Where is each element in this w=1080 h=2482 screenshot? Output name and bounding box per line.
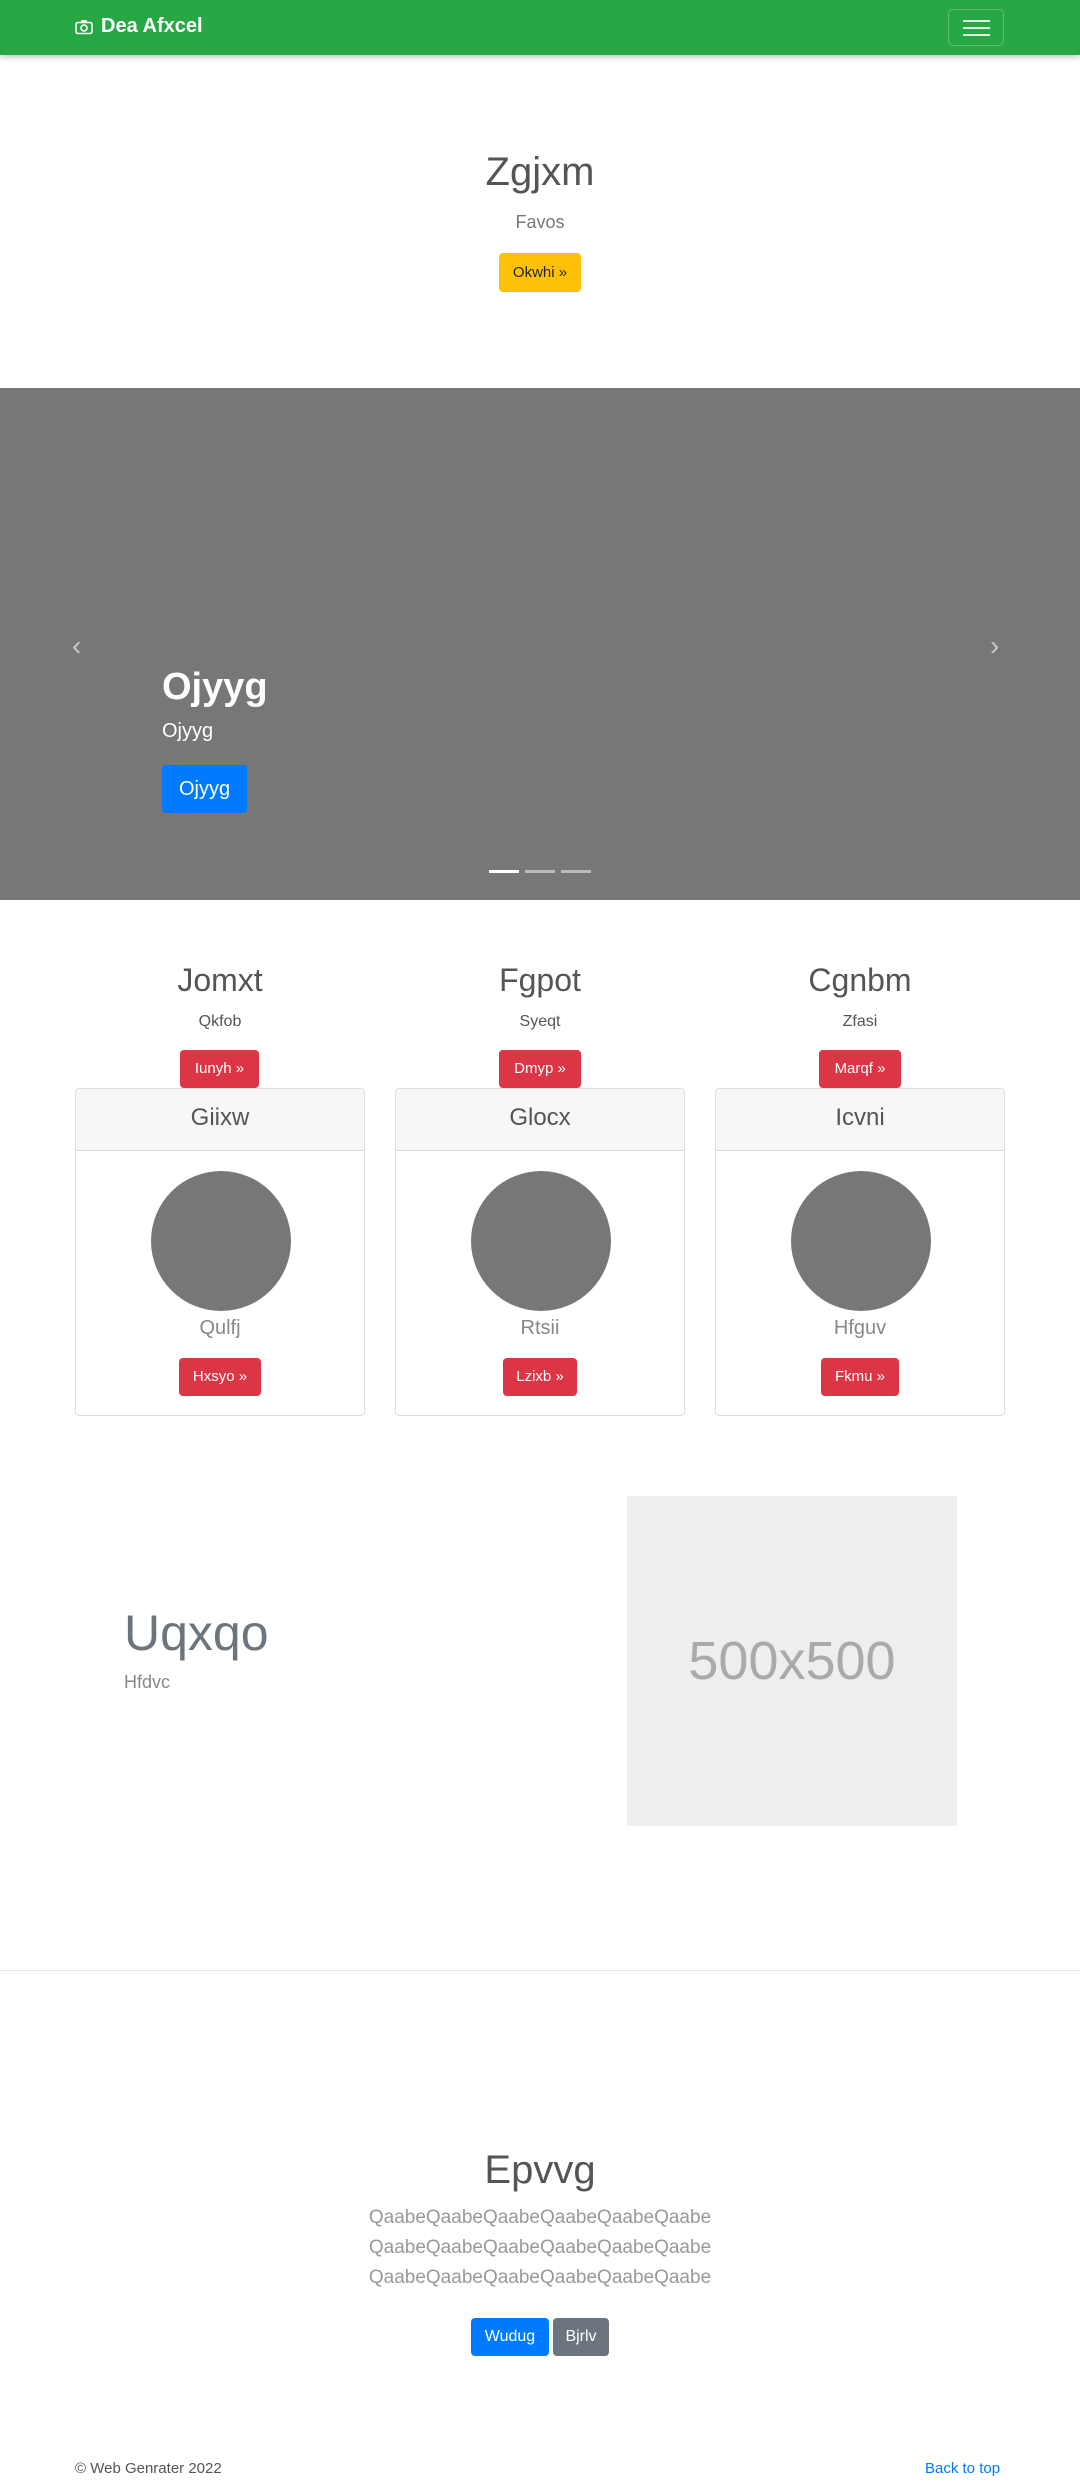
placeholder-image: 500x500 — [627, 1496, 957, 1826]
column-title: Jomxt — [177, 962, 263, 998]
carousel-slide-title: Ojyyg — [162, 666, 268, 708]
carousel-slide-button[interactable]: Ojyyg — [162, 765, 247, 813]
column-title: Fgpot — [499, 962, 581, 998]
hamburger-icon — [963, 34, 990, 36]
card: Icvni Hfguv Fkmu » — [715, 1088, 1005, 1416]
carousel-indicator[interactable] — [525, 870, 555, 873]
menu-toggle-button[interactable] — [948, 9, 1004, 46]
column-subtitle: Syeqt — [519, 1013, 561, 1030]
section-divider — [0, 1970, 1080, 1971]
secondary-button[interactable]: Bjrlv — [553, 2318, 609, 2356]
paragraph-line: QaabeQaabeQaabeQaabeQaabeQaabe — [368, 2267, 712, 2288]
card-header: Giixw — [76, 1089, 364, 1151]
hero-title: Zgjxm — [485, 150, 595, 194]
card: Giixw Qulfj Hxsyo » — [75, 1088, 365, 1416]
carousel-indicator[interactable] — [561, 870, 591, 873]
hamburger-icon — [963, 27, 990, 29]
carousel-indicator[interactable] — [489, 870, 519, 873]
brand-name: Dea Afxcel — [101, 15, 203, 37]
hamburger-icon — [963, 20, 990, 22]
section-title: Epvvg — [484, 2148, 596, 2192]
column-subtitle: Qkfob — [198, 1013, 242, 1030]
paragraph-line: QaabeQaabeQaabeQaabeQaabeQaabe — [368, 2237, 712, 2258]
paragraph-line: QaabeQaabeQaabeQaabeQaabeQaabe — [368, 2207, 712, 2228]
avatar — [151, 1171, 291, 1311]
carousel-prev-icon[interactable]: ‹ — [72, 630, 81, 662]
brand-link[interactable]: Dea Afxcel — [75, 15, 203, 38]
card-button[interactable]: Hxsyo » — [179, 1358, 261, 1396]
column-subtitle: Zfasi — [842, 1013, 878, 1030]
card-text: Rtsii — [520, 1317, 560, 1339]
feature-subtitle: Hfdvc — [124, 1672, 171, 1692]
column-button[interactable]: Dmyp » — [499, 1050, 581, 1088]
camera-icon — [75, 19, 93, 34]
card-text: Hfguv — [833, 1317, 887, 1339]
card-text: Qulfj — [199, 1317, 241, 1339]
carousel-next-icon[interactable]: › — [990, 630, 999, 662]
primary-button[interactable]: Wudug — [471, 2318, 549, 2356]
column-button[interactable]: Iunyh » — [180, 1050, 259, 1088]
carousel-slide-subtitle: Ojyyg — [162, 720, 214, 742]
card-button[interactable]: Lzixb » — [503, 1358, 577, 1396]
hero-button[interactable]: Okwhi » — [499, 253, 581, 292]
avatar — [791, 1171, 931, 1311]
hero-subtitle: Favos — [515, 212, 565, 232]
carousel: ‹ › Ojyyg Ojyyg Ojyyg — [0, 388, 1080, 900]
card: Glocx Rtsii Lzixb » — [395, 1088, 685, 1416]
card-button[interactable]: Fkmu » — [821, 1358, 899, 1396]
avatar — [471, 1171, 611, 1311]
navbar: Dea Afxcel — [0, 0, 1080, 55]
back-to-top-link[interactable]: Back to top — [925, 2460, 1000, 2477]
footer-copyright: © Web Genrater 2022 — [75, 2460, 222, 2477]
section-paragraph: QaabeQaabeQaabeQaabeQaabeQaabe QaabeQaab… — [0, 2203, 1080, 2293]
column-button[interactable]: Marqf » — [819, 1050, 901, 1088]
card-header: Glocx — [396, 1089, 684, 1151]
column-title: Cgnbm — [808, 962, 912, 998]
card-header: Icvni — [716, 1089, 1004, 1151]
feature-title: Uqxqo — [124, 1605, 269, 1661]
